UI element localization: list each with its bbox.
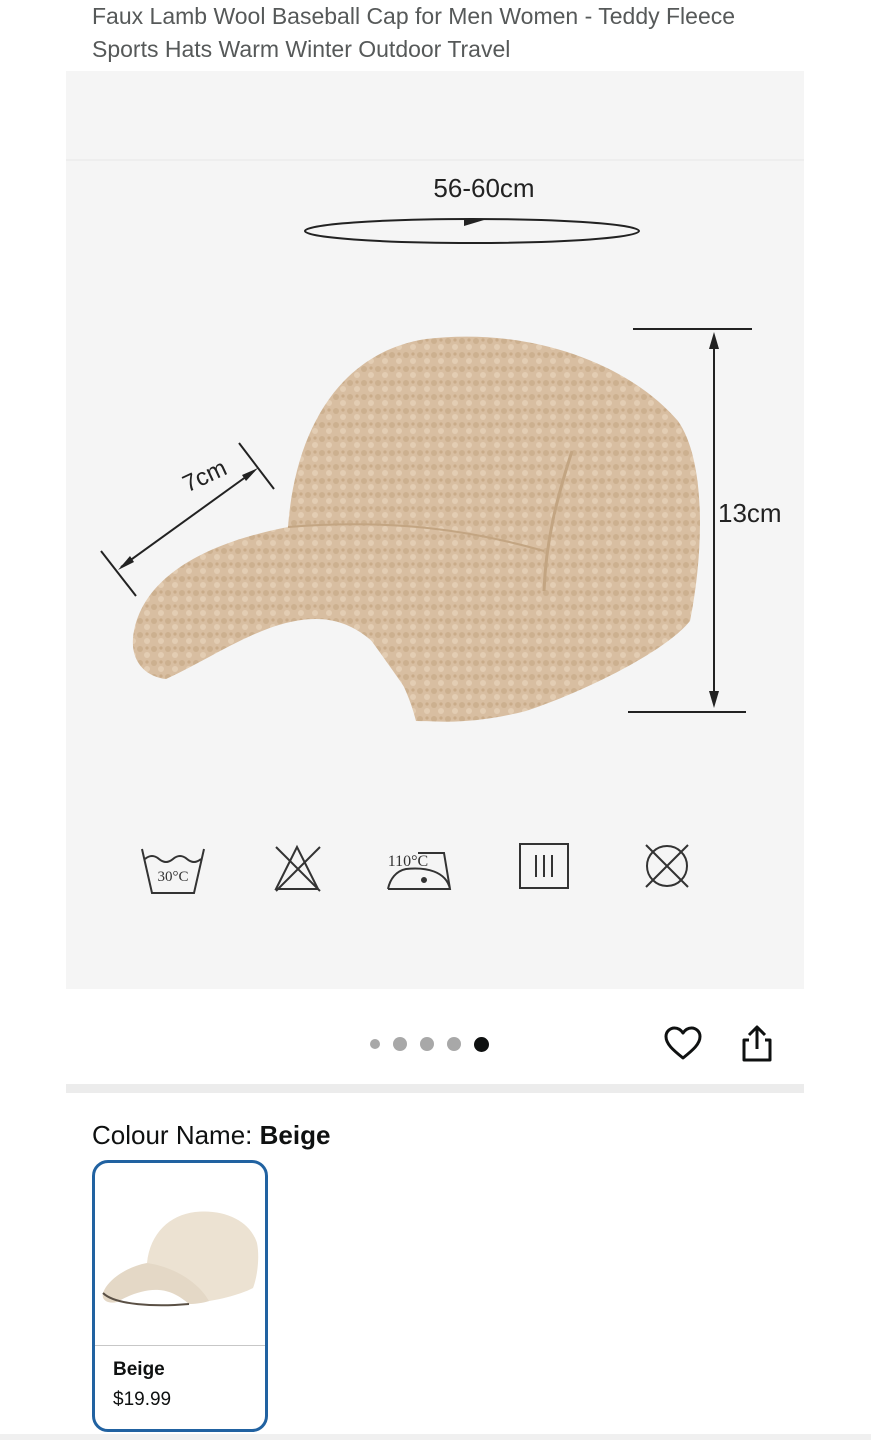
colour-name-row: Colour Name: Beige bbox=[92, 1118, 330, 1152]
share-icon bbox=[742, 1025, 772, 1062]
iron-110-icon: 110°C bbox=[387, 852, 452, 890]
colour-name-value: Beige bbox=[259, 1120, 331, 1150]
wishlist-button[interactable] bbox=[663, 1024, 703, 1064]
carousel-dot-4[interactable] bbox=[447, 1037, 461, 1051]
no-bleach-icon bbox=[274, 844, 321, 892]
circumference-label: 56-60cm bbox=[433, 173, 534, 203]
tumble-dry-icon bbox=[519, 843, 569, 889]
swatch-price: $19.99 bbox=[113, 1389, 172, 1410]
bottom-edge bbox=[0, 1434, 871, 1440]
product-image[interactable]: 56-60cm 13cm 7cm 30°C 110°C bbox=[66, 71, 804, 989]
wash-30-icon: 30°C bbox=[141, 848, 205, 894]
share-button[interactable] bbox=[737, 1024, 777, 1064]
carousel-dot-3[interactable] bbox=[420, 1037, 434, 1051]
colour-name-label: Colour Name: bbox=[92, 1120, 260, 1150]
brim-label: 7cm bbox=[179, 454, 232, 498]
heart-icon bbox=[664, 1026, 702, 1060]
colour-swatch-beige[interactable]: Beige $19.99 bbox=[92, 1160, 268, 1432]
no-dry-clean-icon bbox=[645, 844, 689, 888]
image-carousel-dots[interactable] bbox=[370, 1036, 489, 1052]
height-label: 13cm bbox=[718, 498, 782, 528]
swatch-image bbox=[95, 1163, 265, 1346]
product-title: Faux Lamb Wool Baseball Cap for Men Wome… bbox=[92, 3, 736, 62]
carousel-dot-5-active[interactable] bbox=[474, 1036, 489, 1052]
section-divider bbox=[66, 1084, 804, 1093]
swatch-name: Beige bbox=[113, 1359, 165, 1380]
carousel-dot-2[interactable] bbox=[393, 1037, 407, 1051]
svg-text:110°C: 110°C bbox=[388, 853, 428, 870]
svg-text:30°C: 30°C bbox=[157, 869, 188, 885]
carousel-dot-1[interactable] bbox=[370, 1039, 380, 1049]
product-image-illustration: 56-60cm 13cm 7cm 30°C 110°C bbox=[66, 159, 804, 894]
cap-illustration bbox=[132, 336, 700, 722]
